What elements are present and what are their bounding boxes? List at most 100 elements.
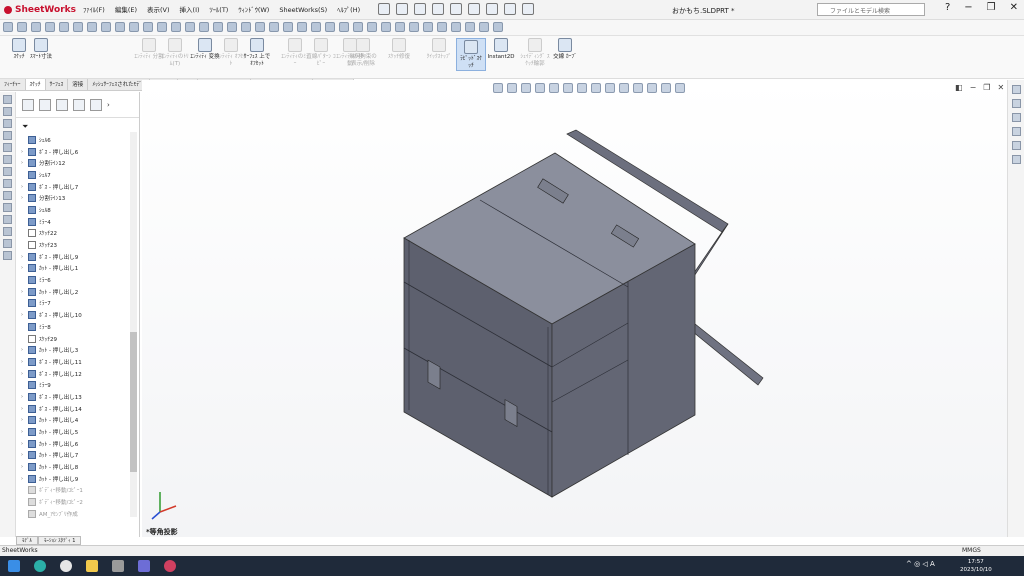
toolbar-tool-icon[interactable] (311, 22, 321, 32)
toolbar-tool-icon[interactable] (101, 22, 111, 32)
expand-arrow-icon[interactable]: › (16, 312, 28, 318)
side-tool-icon[interactable] (3, 155, 12, 164)
expand-arrow-icon[interactable]: › (16, 195, 28, 201)
toolbar-tool-icon[interactable] (325, 22, 335, 32)
expand-arrow-icon[interactable]: › (16, 406, 28, 412)
toolbar-tool-icon[interactable] (59, 22, 69, 32)
expand-arrow-icon[interactable]: › (16, 160, 28, 166)
toolbar-tool-icon[interactable] (31, 22, 41, 32)
toolbar-tool-icon[interactable] (381, 22, 391, 32)
expand-arrow-icon[interactable]: › (16, 359, 28, 365)
toolbar-tool-icon[interactable] (465, 22, 475, 32)
ribbon-button-14[interactable]: Instant2D (486, 38, 516, 61)
tab-1[interactable]: ｽｹｯﾁ (25, 79, 46, 90)
menu-item-3[interactable]: 挿入(I) (175, 0, 205, 20)
menu-item-0[interactable]: ﾌｧｲﾙ(F) (78, 0, 110, 20)
explorer-icon[interactable] (86, 560, 98, 572)
restore-button[interactable]: ❐ (987, 2, 996, 13)
tab-model[interactable]: ﾓﾃﾞﾙ (16, 536, 39, 545)
view-tool-icon[interactable] (661, 83, 671, 93)
side-tool-icon[interactable] (3, 251, 12, 260)
tree-scrollbar[interactable] (130, 132, 137, 517)
toolbar-tool-icon[interactable] (115, 22, 125, 32)
toolbar-tool-icon[interactable] (437, 22, 447, 32)
toolbar-tool-icon[interactable] (87, 22, 97, 32)
toolbar-tool-icon[interactable] (143, 22, 153, 32)
viewport-close-icon[interactable]: ✕ (997, 83, 1004, 92)
task-pane-icon[interactable] (1011, 155, 1021, 164)
open-icon[interactable] (396, 3, 408, 15)
select-icon[interactable] (468, 3, 480, 15)
side-tool-icon[interactable] (3, 191, 12, 200)
side-tool-icon[interactable] (3, 167, 12, 176)
view-tool-icon[interactable] (577, 83, 587, 93)
new-icon[interactable] (378, 3, 390, 15)
side-tool-icon[interactable] (3, 203, 12, 212)
menu-item-2[interactable]: 表示(V) (142, 0, 175, 20)
expand-arrow-icon[interactable]: › (16, 417, 28, 423)
toolbar-tool-icon[interactable] (17, 22, 27, 32)
expand-arrow-icon[interactable]: › (16, 429, 28, 435)
view-tool-icon[interactable] (521, 83, 531, 93)
ribbon-button-11[interactable]: ｽｹｯﾁ修復 (384, 38, 414, 61)
task-pane-icon[interactable] (1011, 127, 1021, 136)
tree-item[interactable]: › ｶｯﾄ - 押し出し9 (16, 473, 130, 485)
options-icon[interactable] (522, 3, 534, 15)
toolbar-tool-icon[interactable] (3, 22, 13, 32)
scrollbar-thumb[interactable] (130, 332, 137, 472)
tree-item[interactable]: ｼｪﾙ8 (16, 204, 130, 216)
toolbar-tool-icon[interactable] (241, 22, 251, 32)
expand-arrow-icon[interactable]: › (16, 149, 28, 155)
rebuild-icon[interactable] (486, 3, 498, 15)
menu-item-4[interactable]: ﾂｰﾙ(T) (205, 0, 234, 20)
menu-item-7[interactable]: ﾍﾙﾌﾟ(H) (332, 0, 365, 20)
ribbon-button-1[interactable]: ｽﾏｰﾄ寸法 (26, 38, 56, 61)
ribbon-button-6[interactable]: ｻｰﾌｪｽ 上で ｵﾌｾｯﾄ (242, 38, 272, 67)
viewport-restore-icon[interactable]: ❐ (983, 83, 990, 92)
tab-3[interactable]: 溶接 (68, 79, 89, 90)
task-pane-icon[interactable] (1011, 99, 1021, 108)
tree-item[interactable]: › ﾎﾞｽ - 押し出し6 (16, 146, 130, 158)
task-pane-icon[interactable] (1011, 113, 1021, 122)
tree-item[interactable]: ｽｹｯﾁ23 (16, 239, 130, 251)
tree-item[interactable]: › ｶｯﾄ - 押し出し1 (16, 263, 130, 275)
help-button[interactable]: ? (945, 2, 950, 13)
ribbon-button-8[interactable]: 直線ﾊﾟﾀｰﾝ ｺﾋﾟｰ (306, 38, 336, 67)
view-tool-icon[interactable] (647, 83, 657, 93)
expand-arrow-icon[interactable]: › (16, 347, 28, 353)
side-tool-icon[interactable] (3, 227, 12, 236)
toolbar-tool-icon[interactable] (479, 22, 489, 32)
toolbar-tool-icon[interactable] (199, 22, 209, 32)
sheetworks-taskbar-icon[interactable] (164, 560, 176, 572)
tab-4[interactable]: ﾒｯｼｭｻｰﾌｪｽされたﾓﾃﾞﾙ (88, 79, 150, 90)
tree-item[interactable]: › ﾎﾞｽ - 押し出し11 (16, 356, 130, 368)
toolbar-tool-icon[interactable] (171, 22, 181, 32)
view-tool-icon[interactable] (633, 83, 643, 93)
side-tool-icon[interactable] (3, 179, 12, 188)
toolbar-tool-icon[interactable] (297, 22, 307, 32)
tree-item[interactable]: ﾐﾗｰ7 (16, 298, 130, 310)
tree-item[interactable]: › ﾎﾞｽ - 押し出し7 (16, 181, 130, 193)
tree-item[interactable]: › ｶｯﾄ - 押し出し3 (16, 344, 130, 356)
tree-item[interactable]: › 分割ﾗｲﾝ12 (16, 157, 130, 169)
tree-item[interactable]: › ｶｯﾄ - 押し出し2 (16, 286, 130, 298)
tree-item[interactable]: ﾐﾗｰ4 (16, 216, 130, 228)
tree-item[interactable]: › ﾎﾞｽ - 押し出し9 (16, 251, 130, 263)
graphics-viewport[interactable] (142, 80, 1007, 537)
toolbar-tool-icon[interactable] (269, 22, 279, 32)
configuration-manager-tab-icon[interactable] (56, 98, 68, 111)
print-icon[interactable] (432, 3, 444, 15)
side-tool-icon[interactable] (3, 119, 12, 128)
tree-item[interactable]: › ｶｯﾄ - 押し出し7 (16, 450, 130, 462)
save-icon[interactable] (414, 3, 426, 15)
tab-motion-study[interactable]: ﾓｰｼｮﾝ ｽﾀﾃﾞｨ 1 (38, 536, 82, 545)
side-tool-icon[interactable] (3, 107, 12, 116)
expand-arrow-icon[interactable]: › (16, 441, 28, 447)
expand-arrow-icon[interactable]: › (16, 184, 28, 190)
ribbon-button-16[interactable]: 交線 ｶｰﾌﾞ (550, 38, 580, 61)
toolbar-tool-icon[interactable] (213, 22, 223, 32)
side-tool-icon[interactable] (3, 95, 12, 104)
minimize-button[interactable]: − (964, 2, 972, 13)
toolbar-tool-icon[interactable] (129, 22, 139, 32)
tree-item[interactable]: › ﾎﾞｽ - 押し出し14 (16, 403, 130, 415)
